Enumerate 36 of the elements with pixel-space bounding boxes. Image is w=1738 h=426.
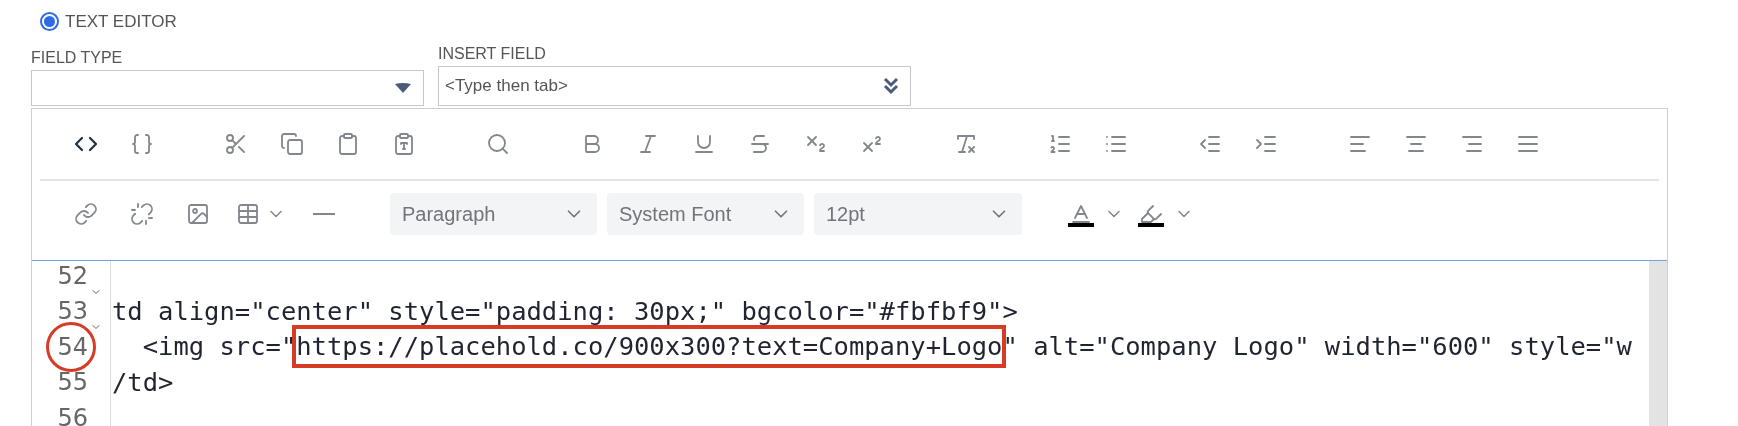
line-number: 54: [57, 331, 88, 363]
format-dropdown[interactable]: 12pt: [814, 193, 1022, 235]
code-line: td align="center" style="padding: 30px;" bgcolor="#fbfbf9">: [112, 295, 1018, 326]
radio-label: TEXT EDITOR: [65, 10, 177, 33]
format-dropdown[interactable]: System Font: [607, 193, 804, 235]
clear-format-icon: [954, 132, 978, 156]
code-text: " alt="Company Logo" width="600" style="w: [1002, 330, 1632, 364]
broken-link-icon: [130, 202, 154, 226]
link-icon: [74, 202, 98, 226]
strikethrough-icon: [748, 132, 772, 156]
dropdown-arrow-icon: [395, 83, 411, 93]
double-chevron-icon: [883, 77, 899, 95]
line-number: 55: [57, 367, 88, 399]
search-icon: [486, 132, 510, 156]
field-type-select[interactable]: [31, 70, 424, 106]
line-icon: [313, 213, 335, 215]
line-number: 53: [57, 296, 88, 328]
clipboard-text-icon: [392, 132, 416, 156]
format-dropdown[interactable]: Paragraph: [390, 193, 597, 235]
image-icon: [186, 202, 210, 226]
line-number: 52: [57, 261, 88, 292]
code-text: https://placehold.co/900x300?text=Company+Logo: [296, 331, 1003, 362]
clipboard-icon: [336, 132, 360, 156]
code-text: <img src=": [141, 330, 297, 364]
field-label: INSERT FIELD: [438, 44, 547, 64]
copy-icon: [280, 132, 304, 156]
numbered-list-icon: [1048, 132, 1072, 156]
radio-button[interactable]: [40, 12, 59, 31]
line-number: 56: [57, 402, 88, 426]
field-label: FIELD TYPE: [31, 48, 124, 68]
scissors-icon: [224, 132, 248, 156]
underline-icon: [692, 132, 716, 156]
braces-icon: [130, 132, 154, 156]
code-line: /td>: [112, 366, 174, 397]
insert-field-input[interactable]: <Type then tab>: [438, 66, 911, 106]
table-icon: [236, 202, 260, 226]
